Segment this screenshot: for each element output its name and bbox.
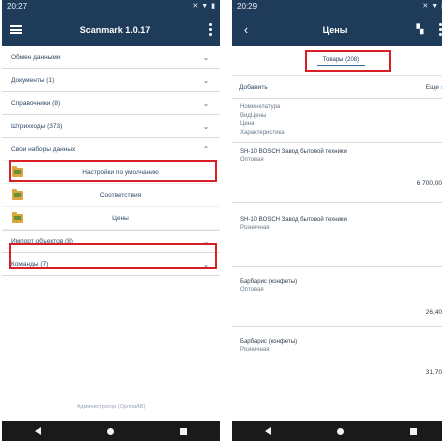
item-name: SH-10 BOSCH Завод бытовой техники [240, 216, 347, 223]
submenu-item-label: Соответствия [99, 191, 142, 199]
sort-icon[interactable]: ▚ [410, 13, 430, 46]
submenu-item-defaults[interactable]: Настройки по умолчанию [2, 161, 220, 184]
submenu-item-label: Настройки по умолчанию [82, 168, 159, 176]
screen-title: Цены [322, 24, 348, 35]
menu-item-catalogs[interactable]: Справочники (8) ⌄ [2, 92, 220, 115]
status-time: 20:27 [7, 2, 28, 11]
system-nav-bar [232, 421, 442, 441]
submenu-item-label: Цены [112, 214, 129, 222]
menu-item-label: Справочники (8) [11, 99, 61, 107]
nav-recent-icon[interactable] [180, 427, 187, 435]
column-header: ВидЦены [240, 112, 267, 119]
app-bar: Scanmark 1.0.17 [2, 13, 220, 46]
folder-icon [12, 211, 23, 223]
menu-item-label: Команды (7) [11, 260, 49, 268]
column-header: Характеристика [240, 130, 285, 137]
item-price-type: Оптовая [240, 156, 264, 163]
menu-item-import-objects[interactable]: Импорт объектов (8) ⌄ [2, 230, 220, 253]
menu-item-documents[interactable]: Документы (1) ⌄ [2, 69, 220, 92]
action-row: Добавить Еще › [232, 76, 442, 99]
item-name: Барбарис (конфеты) [240, 338, 298, 345]
submenu-item-mappings[interactable]: Соответствия [2, 184, 220, 207]
folder-icon [12, 188, 23, 200]
current-user: Администратор (ОрловАВ) [76, 404, 146, 410]
nav-back-icon[interactable] [35, 427, 41, 435]
status-time: 20:29 [237, 2, 258, 11]
nav-home-icon[interactable] [107, 427, 114, 435]
right-screen: 20:29 ✕▼▮ ‹ Цены ▚ Товары (208) Добавить… [232, 0, 442, 441]
nav-home-icon[interactable] [337, 427, 344, 435]
item-price: 31,70 [425, 368, 442, 376]
item-name: Барбарис (конфеты) [240, 278, 298, 285]
add-button[interactable]: Добавить [239, 84, 268, 91]
menu-item-barcodes[interactable]: Штрихкоды (373) ⌄ [2, 115, 220, 138]
folder-icon [12, 165, 23, 177]
item-price: 26,40 [425, 308, 442, 316]
menu-item-label: Документы (1) [11, 76, 55, 84]
chevron-down-icon: ⌄ [202, 75, 210, 85]
tab-bar: Товары (208) [232, 46, 442, 76]
submenu-item-prices[interactable]: Цены [2, 207, 220, 230]
hamburger-icon[interactable] [2, 13, 30, 46]
item-price: 6 700,00 [416, 179, 442, 187]
left-screen: 20:27 ✕ ▼ ▮ Scanmark 1.0.17 Обмен данными … [2, 0, 220, 441]
column-header: Номенклатура [240, 104, 281, 110]
app-bar: ‹ Цены ▚ [232, 13, 442, 46]
more-label: Еще [425, 83, 440, 91]
status-icons: ✕▼▮ [192, 3, 215, 10]
chevron-down-icon: ⌄ [202, 259, 210, 269]
list-item[interactable]: Барбарис (конфеты) Оптовая 26,40 [232, 267, 442, 327]
more-button[interactable]: Еще › [426, 84, 442, 91]
nav-recent-icon[interactable] [410, 427, 417, 435]
menu-item-label: Импорт объектов (8) [11, 238, 73, 245]
column-header: Цена [240, 121, 255, 128]
item-name: SH-10 BOSCH Завод бытовой техники [240, 148, 347, 155]
chevron-up-icon: ⌃ [202, 144, 210, 154]
kebab-menu-icon[interactable] [200, 13, 220, 46]
menu-item-exchange[interactable]: Обмен данными ⌄ [2, 46, 220, 69]
list-item[interactable]: SH-10 BOSCH Завод бытовой техники Рознич… [232, 203, 442, 267]
list-item[interactable]: Барбарис (конфеты) Розничная 31,70 [232, 327, 442, 387]
column-headers: Номенклатура ВидЦены Цена Характеристика [232, 99, 442, 143]
kebab-menu-icon[interactable] [430, 13, 442, 46]
chevron-down-icon: ⌄ [202, 98, 210, 108]
status-bar: 20:29 ✕▼▮ [232, 0, 442, 13]
chevron-down-icon: ⌄ [202, 52, 210, 62]
item-price-type: Оптовая [240, 286, 264, 293]
nav-back-icon[interactable] [265, 427, 271, 435]
menu-item-label: Штрихкоды (373) [11, 122, 63, 130]
tab-goods[interactable]: Товары (208) [316, 55, 366, 66]
list-item[interactable]: SH-10 BOSCH Завод бытовой техники Оптова… [232, 143, 442, 203]
menu-item-label: Обмен данными [11, 53, 61, 61]
menu-item-label: Свои наборы данных [11, 145, 76, 153]
item-price-type: Розничная [240, 224, 270, 231]
system-nav-bar [2, 421, 220, 441]
status-icons: ✕▼▮ [422, 3, 442, 10]
chevron-down-icon: ⌄ [202, 121, 210, 131]
item-price-type: Розничная [240, 346, 270, 353]
back-arrow-icon[interactable]: ‹ [232, 13, 260, 46]
menu-item-commands[interactable]: Команды (7) ⌄ [2, 253, 220, 276]
menu-item-custom-datasets[interactable]: Свои наборы данных ⌃ [2, 138, 220, 161]
app-title: Scanmark 1.0.17 [79, 24, 151, 35]
chevron-down-icon: ⌄ [202, 237, 210, 246]
status-bar: 20:27 ✕ ▼ ▮ [2, 0, 220, 13]
